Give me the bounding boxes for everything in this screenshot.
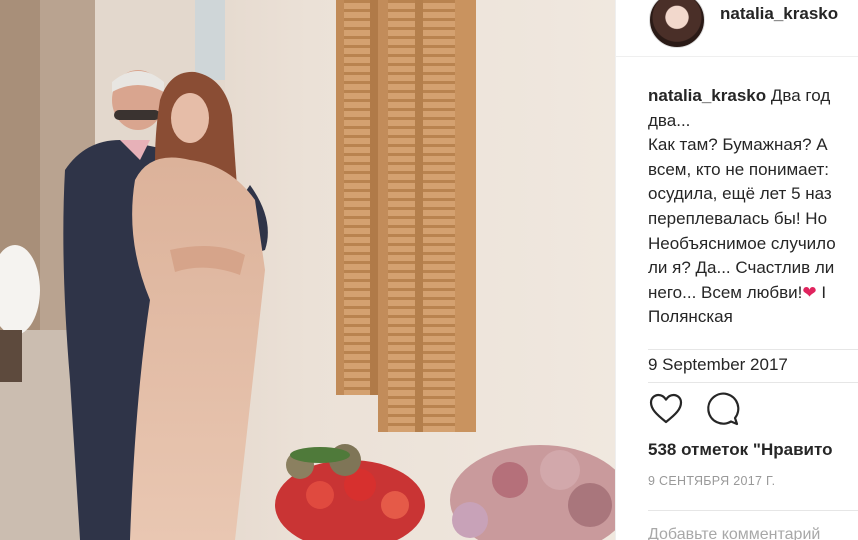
photo-illustration [0,0,615,540]
caption-line: всем, кто не понимает: [648,159,829,179]
post-header: natalia_krasko [616,0,858,57]
caption-line: Полянская [648,307,733,327]
caption-username[interactable]: natalia_krasko [648,86,766,105]
header-username[interactable]: natalia_krasko [720,4,838,24]
caption-line: два... [648,110,691,130]
post-photo[interactable] [0,0,615,540]
divider [648,510,858,511]
avatar[interactable] [649,0,705,48]
divider [648,382,858,383]
heart-outline-icon[interactable] [648,391,684,427]
comment-input[interactable] [648,522,858,540]
divider [648,349,858,350]
action-bar [648,391,740,427]
red-heart-emoji: ❤ [802,282,817,302]
post-caption: natalia_krasko Два год два... Как там? Б… [648,84,858,330]
speech-bubble-icon[interactable] [704,391,740,427]
caption-line: Как там? Бумажная? А [648,135,828,155]
post-timestamp: 9 СЕНТЯБРЯ 2017 Г. [648,474,776,488]
caption-line: переплевалась бы! Но [648,208,828,228]
caption-line: осудила, ещё лет 5 наз [648,184,832,204]
caption-line: него... Всем любви!❤ I [648,282,827,302]
caption-line: natalia_krasko Два год [648,86,831,105]
caption-line: ли я? Да... Счастлив ли [648,258,835,278]
likes-count[interactable]: 538 отметок "Нравито [648,440,832,460]
post-side-panel: natalia_krasko natalia_krasko Два год дв… [616,0,858,540]
caption-line: Необъяснимое случило [648,233,836,253]
post-date: 9 September 2017 [648,355,788,374]
